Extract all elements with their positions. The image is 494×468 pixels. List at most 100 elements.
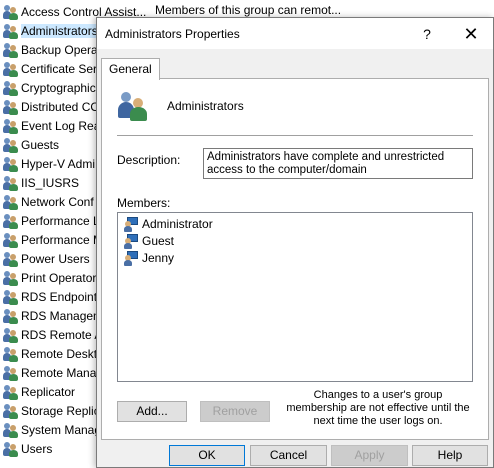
group-row-distributed-com[interactable]: Distributed CO	[0, 97, 100, 116]
group-icon	[3, 213, 19, 229]
group-row-power-users[interactable]: Power Users	[0, 249, 90, 268]
members-label: Members:	[117, 196, 171, 210]
group-row-performance-monitor[interactable]: Performance M	[0, 230, 103, 249]
group-icon	[3, 365, 19, 381]
group-name: Distributed CO	[21, 99, 100, 114]
group-icon	[3, 384, 19, 400]
group-icon	[3, 61, 19, 77]
group-row-network-configuration[interactable]: Network Conf	[0, 192, 94, 211]
member-name: Jenny	[142, 251, 175, 265]
properties-dialog: Administrators Properties ? ✕ General Ad…	[96, 17, 494, 468]
group-name: Performance M	[21, 232, 104, 247]
group-name: Users	[21, 441, 53, 456]
group-row-rds-management[interactable]: RDS Managem	[0, 306, 103, 325]
group-row-certificate-service[interactable]: Certificate Serv	[0, 59, 103, 78]
group-name: RDS Endpoint	[21, 289, 98, 304]
group-row-performance-log[interactable]: Performance L	[0, 211, 100, 230]
group-name: Certificate Serv	[21, 61, 104, 76]
group-name: System Manag	[21, 422, 102, 437]
user-icon	[124, 233, 140, 249]
group-row-hyper-v-admins[interactable]: Hyper-V Admi	[0, 154, 95, 173]
member-item-administrator[interactable]: Administrator	[124, 216, 213, 232]
cancel-button[interactable]: Cancel	[250, 445, 327, 466]
apply-button[interactable]: Apply	[331, 445, 408, 466]
group-row-rds-remote-access[interactable]: RDS Remote A	[0, 325, 102, 344]
member-name: Administrator	[142, 217, 213, 231]
group-name: RDS Remote A	[21, 327, 103, 342]
group-row-remote-desktop[interactable]: Remote Deskt	[0, 344, 97, 363]
description-field[interactable]: Administrators have complete and unrestr…	[203, 148, 473, 179]
group-icon	[3, 422, 19, 438]
group-row-users[interactable]: Users	[0, 439, 52, 458]
group-name: Event Log Rea	[21, 118, 101, 133]
group-icon	[3, 4, 19, 20]
group-icon	[3, 346, 19, 362]
group-icon	[3, 42, 19, 58]
help-icon[interactable]: ?	[417, 24, 437, 44]
group-icon	[3, 327, 19, 343]
group-row-iis-iusrs[interactable]: IIS_IUSRS	[0, 173, 79, 192]
membership-note: Changes to a user's group membership are…	[286, 389, 470, 427]
group-name: Storage Replic	[21, 403, 100, 418]
group-icon	[3, 308, 19, 324]
group-icon	[3, 137, 19, 153]
group-name: Guests	[21, 137, 60, 152]
group-row-remote-management[interactable]: Remote Mana	[0, 363, 96, 382]
group-row-replicator[interactable]: Replicator	[0, 382, 75, 401]
dialog-title: Administrators Properties	[105, 27, 240, 41]
group-icon	[3, 99, 19, 115]
add-button[interactable]: Add...	[117, 401, 187, 422]
user-icon	[124, 250, 140, 266]
member-item-guest[interactable]: Guest	[124, 233, 174, 249]
group-row-event-log-readers[interactable]: Event Log Rea	[0, 116, 100, 135]
group-icon	[3, 289, 19, 305]
close-icon[interactable]: ✕	[459, 22, 483, 46]
group-name: Administrators	[21, 23, 98, 38]
group-icon	[3, 23, 19, 39]
members-list[interactable]: Administrator Guest Jenny	[117, 212, 473, 382]
help-button[interactable]: Help	[412, 445, 488, 466]
group-name: Power Users	[21, 251, 90, 266]
group-name: Remote Mana	[21, 365, 97, 380]
group-icon	[3, 118, 19, 134]
group-icon	[3, 80, 19, 96]
group-row-backup-operators[interactable]: Backup Operat	[0, 40, 101, 59]
group-row-administrators[interactable]: Administrators	[0, 21, 98, 40]
remove-button[interactable]: Remove	[200, 401, 270, 422]
group-name: Print Operator	[21, 270, 97, 285]
group-name: Cryptographic	[21, 80, 96, 95]
group-large-icon	[117, 90, 149, 122]
group-icon	[3, 232, 19, 248]
group-row-system-managed[interactable]: System Manag	[0, 420, 101, 439]
group-description-column: Members of this group can remot...	[155, 3, 342, 17]
ok-button[interactable]: OK	[169, 445, 245, 466]
group-row-guests[interactable]: Guests	[0, 135, 59, 154]
member-item-jenny[interactable]: Jenny	[124, 250, 174, 266]
group-row-rds-endpoint[interactable]: RDS Endpoint	[0, 287, 97, 306]
group-name: Replicator	[21, 384, 76, 399]
group-icon	[3, 441, 19, 457]
member-name: Guest	[142, 234, 175, 248]
group-icon	[3, 251, 19, 267]
group-name: Performance L	[21, 213, 100, 228]
description-label: Description:	[117, 153, 181, 167]
tab-general[interactable]: General	[101, 58, 160, 80]
group-name: RDS Managem	[21, 308, 104, 323]
group-icon	[3, 194, 19, 210]
separator	[117, 135, 473, 136]
group-icon	[3, 270, 19, 286]
user-icon	[124, 216, 140, 232]
group-name: Hyper-V Admi	[21, 156, 96, 171]
group-name-heading: Administrators	[167, 99, 244, 113]
group-row-storage-replica[interactable]: Storage Replic	[0, 401, 100, 420]
group-name: Backup Operat	[21, 42, 102, 57]
group-row-print-operators[interactable]: Print Operator	[0, 268, 96, 287]
group-name: Remote Deskt	[21, 346, 98, 361]
group-icon	[3, 175, 19, 191]
dialog-titlebar[interactable]: Administrators Properties ? ✕	[97, 18, 493, 49]
group-row-cryptographic[interactable]: Cryptographic	[0, 78, 96, 97]
group-name: IIS_IUSRS	[21, 175, 80, 190]
group-name: Network Conf	[21, 194, 94, 209]
group-icon	[3, 403, 19, 419]
group-icon	[3, 156, 19, 172]
